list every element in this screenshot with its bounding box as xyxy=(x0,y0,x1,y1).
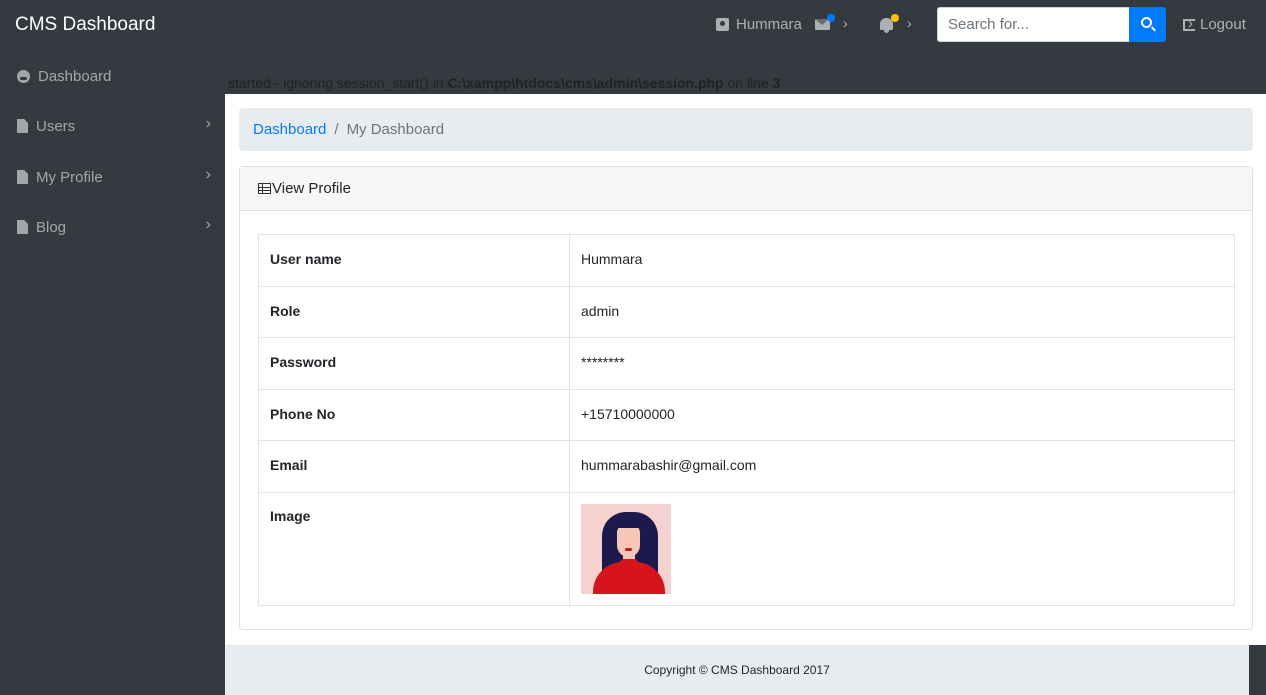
field-label: Phone No xyxy=(258,388,570,442)
search-button[interactable] xyxy=(1129,7,1166,42)
table-row: Image xyxy=(258,491,1235,606)
card-title: View Profile xyxy=(272,180,351,197)
chevron-right-icon: › xyxy=(205,115,211,132)
brand-title[interactable]: CMS Dashboard xyxy=(15,14,155,36)
main-content: Dashboard / My Dashboard View Profile Us… xyxy=(225,94,1266,645)
copyright-text: Copyright © CMS Dashboard 2017 xyxy=(644,663,830,677)
field-label: Email xyxy=(258,440,570,493)
chevron-right-icon: › xyxy=(205,166,211,183)
sidebar: Dashboard Users › My Profile › Blog › xyxy=(0,52,225,695)
logout-link[interactable]: Logout xyxy=(1183,15,1246,33)
breadcrumb: Dashboard / My Dashboard xyxy=(239,108,1253,151)
file-icon xyxy=(17,119,28,133)
field-value: hummarabashir@gmail.com xyxy=(569,440,1235,493)
table-row: Role admin xyxy=(258,285,1235,339)
sidebar-item-blog[interactable]: Blog › xyxy=(0,203,225,251)
notification-indicator-dot xyxy=(891,14,899,22)
field-value: admin xyxy=(569,285,1235,339)
breadcrumb-separator: / xyxy=(334,121,339,138)
table-row: Email hummarabashir@gmail.com xyxy=(258,440,1235,493)
sidebar-item-dashboard[interactable]: Dashboard xyxy=(0,52,225,100)
field-value: ******** xyxy=(569,337,1235,390)
file-icon xyxy=(17,220,28,234)
profile-table: User name Hummara Role admin Password **… xyxy=(258,234,1235,606)
warning-middle: on line xyxy=(723,75,773,91)
chevron-right-icon: › xyxy=(907,15,912,31)
logout-label: Logout xyxy=(1200,16,1246,33)
warning-path: C:\xampp\htdocs\cms\admin\session.php xyxy=(447,75,724,91)
sidebar-item-label: Blog xyxy=(36,218,67,236)
dashboard-icon xyxy=(17,69,30,83)
search-icon xyxy=(1141,17,1152,28)
sign-out-icon xyxy=(1183,15,1195,32)
field-label: Image xyxy=(258,491,570,606)
table-row: Phone No +15710000000 xyxy=(258,388,1235,442)
sidebar-item-label: Dashboard xyxy=(38,67,112,85)
sidebar-item-label: My Profile xyxy=(36,168,103,186)
messages-dropdown[interactable]: › xyxy=(815,14,855,34)
user-name: Hummara xyxy=(736,16,802,33)
breadcrumb-current: My Dashboard xyxy=(346,121,445,138)
search-input[interactable] xyxy=(937,7,1129,42)
field-label: Password xyxy=(258,337,570,390)
card-header: View Profile xyxy=(240,167,1252,211)
search-form xyxy=(937,7,1166,42)
table-row: Password ******** xyxy=(258,337,1235,390)
warning-line: 3 xyxy=(772,75,781,91)
user-menu[interactable]: Hummara xyxy=(716,16,802,33)
field-value: +15710000000 xyxy=(569,388,1235,442)
user-icon xyxy=(716,18,729,31)
file-icon xyxy=(17,170,28,184)
table-icon xyxy=(258,183,271,194)
top-navbar: CMS Dashboard Hummara › › Logout xyxy=(0,0,1266,52)
chevron-right-icon: › xyxy=(205,216,211,233)
warning-prefix: started - ignoring session_start() in xyxy=(228,75,448,91)
sidebar-item-label: Users xyxy=(36,117,76,135)
message-indicator-dot xyxy=(827,14,835,22)
sidebar-item-users[interactable]: Users › xyxy=(0,102,225,150)
profile-avatar-image xyxy=(581,503,671,594)
profile-card: View Profile User name Hummara Role admi… xyxy=(239,166,1253,630)
field-label: User name xyxy=(258,234,570,287)
notifications-dropdown[interactable]: › xyxy=(880,14,920,34)
field-value: Hummara xyxy=(569,234,1235,287)
field-value xyxy=(569,491,1235,606)
chevron-right-icon: › xyxy=(843,15,848,31)
footer: Copyright © CMS Dashboard 2017 xyxy=(225,645,1249,695)
table-row: User name Hummara xyxy=(258,234,1235,287)
php-warning-text: started - ignoring session_start() in C:… xyxy=(228,75,780,91)
breadcrumb-link-dashboard[interactable]: Dashboard xyxy=(253,121,326,138)
field-label: Role xyxy=(258,285,570,339)
sidebar-item-my-profile[interactable]: My Profile › xyxy=(0,153,225,201)
